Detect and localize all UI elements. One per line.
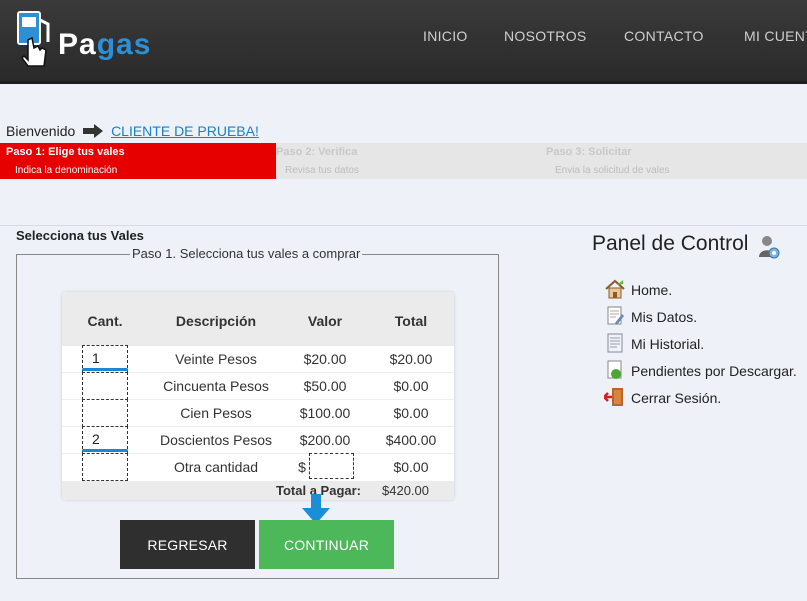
other-amount-input[interactable] <box>309 453 354 479</box>
step-1-subtitle: Indica la denominación <box>15 165 118 176</box>
row-total: $0.00 <box>393 459 429 475</box>
fieldset-legend: Paso 1. Selecciona tus vales a comprar <box>130 246 363 261</box>
pending-download-icon <box>607 360 622 379</box>
top-navbar: Pagas INICIO NOSOTROS CONTACTO MI CUENTA <box>0 0 807 84</box>
row-total: $0.00 <box>393 405 429 421</box>
continue-button[interactable]: CONTINUAR <box>259 520 394 569</box>
user-name-link[interactable]: CLIENTE DE PRUEBA! <box>111 123 259 139</box>
step-1: Paso 1: Elige tus vales Indica la denomi… <box>0 143 276 179</box>
row-description: Veinte Pesos <box>175 351 257 367</box>
row-value: $200.00 <box>299 432 351 448</box>
panel-title: Panel de Control <box>592 232 749 255</box>
user-settings-icon <box>759 236 780 259</box>
row-value: $20.00 <box>303 351 347 367</box>
row-description: Otra cantidad <box>173 459 259 475</box>
col-valor: Valor <box>307 313 343 329</box>
row-description: Doscientos Pesos <box>159 432 273 448</box>
step-2: Paso 2: Verifica Revisa tus datos <box>270 143 540 179</box>
step-2-title: Paso 2: Verifica <box>276 146 358 158</box>
step-1-title: Paso 1: Elige tus vales <box>6 146 125 158</box>
table-row: Cien Pesos $100.00 $0.00 <box>62 399 454 427</box>
row-description: Cien Pesos <box>180 405 252 421</box>
row-total: $0.00 <box>393 378 429 394</box>
panel-item-label: Cerrar Sesión. <box>631 390 722 406</box>
row-value: $100.00 <box>299 405 351 421</box>
input-underline <box>82 449 128 452</box>
welcome-line: Bienvenido CLIENTE DE PRUEBA! <box>6 123 259 139</box>
panel-item-pendientes[interactable]: Pendientes por Descargar. <box>604 359 807 386</box>
input-underline <box>82 368 128 371</box>
row-total: $20.00 <box>389 351 433 367</box>
quantity-input[interactable] <box>82 372 128 400</box>
logout-icon <box>604 388 623 406</box>
total-row: Total a Pagar: $420.00 <box>62 481 454 500</box>
row-description: Cincuenta Pesos <box>163 378 269 394</box>
main-nav: INICIO NOSOTROS CONTACTO MI CUENTA <box>0 28 807 48</box>
col-total: Total <box>394 313 428 329</box>
table-row: Cincuenta Pesos $50.00 $0.00 <box>62 372 454 400</box>
col-cant: Cant. <box>87 313 123 329</box>
total-value: $420.00 <box>382 483 429 498</box>
panel-item-label: Mis Datos. <box>631 309 698 325</box>
quantity-input[interactable] <box>82 453 128 481</box>
history-icon <box>607 333 623 353</box>
vales-table: Cant. Descripción Valor Total 1 Veinte P… <box>62 292 454 500</box>
table-row: 1 Veinte Pesos $20.00 $20.00 <box>62 345 454 373</box>
section-title: Selecciona tus Vales <box>16 228 144 243</box>
panel-item-label: Pendientes por Descargar. <box>631 363 797 379</box>
table-row: Otra cantidad $ $0.00 <box>62 453 454 481</box>
progress-steps: Paso 1: Elige tus vales Indica la denomi… <box>0 143 807 179</box>
nav-inicio[interactable]: INICIO <box>423 28 468 44</box>
step-3-subtitle: Envia la solicitud de vales <box>555 165 670 176</box>
arrow-right-icon <box>83 124 104 138</box>
nav-nosotros[interactable]: NOSOTROS <box>504 28 587 44</box>
row-value: $50.00 <box>303 378 347 394</box>
row-total: $400.00 <box>385 432 437 448</box>
currency-symbol: $ <box>298 459 306 475</box>
step-3: Paso 3: Solicitar Envia la solicitud de … <box>540 143 807 179</box>
panel-item-mis-datos[interactable]: Mis Datos. <box>604 305 807 332</box>
panel-item-label: Mi Historial. <box>631 336 705 352</box>
col-descripcion: Descripción <box>175 313 257 329</box>
home-icon <box>605 279 625 299</box>
panel-item-home[interactable]: Home. <box>604 278 807 305</box>
back-button[interactable]: REGRESAR <box>120 520 255 569</box>
quantity-input[interactable] <box>82 399 128 427</box>
table-row: 2 Doscientos Pesos $200.00 $400.00 <box>62 426 454 454</box>
step-3-title: Paso 3: Solicitar <box>546 146 632 158</box>
divider <box>0 225 807 226</box>
nav-contacto[interactable]: CONTACTO <box>624 28 704 44</box>
nav-mi-cuenta[interactable]: MI CUENTA <box>744 28 807 44</box>
welcome-label: Bienvenido <box>6 123 76 139</box>
table-header: Cant. Descripción Valor Total <box>62 292 454 346</box>
panel-item-label: Home. <box>631 282 673 298</box>
user-data-icon <box>607 306 624 325</box>
step-2-subtitle: Revisa tus datos <box>285 165 359 176</box>
control-panel-menu: Home. Mis Datos. Mi Historial. Pendiente… <box>604 278 807 413</box>
panel-item-mi-historial[interactable]: Mi Historial. <box>604 332 807 359</box>
panel-item-cerrar-sesion[interactable]: Cerrar Sesión. <box>604 386 807 413</box>
